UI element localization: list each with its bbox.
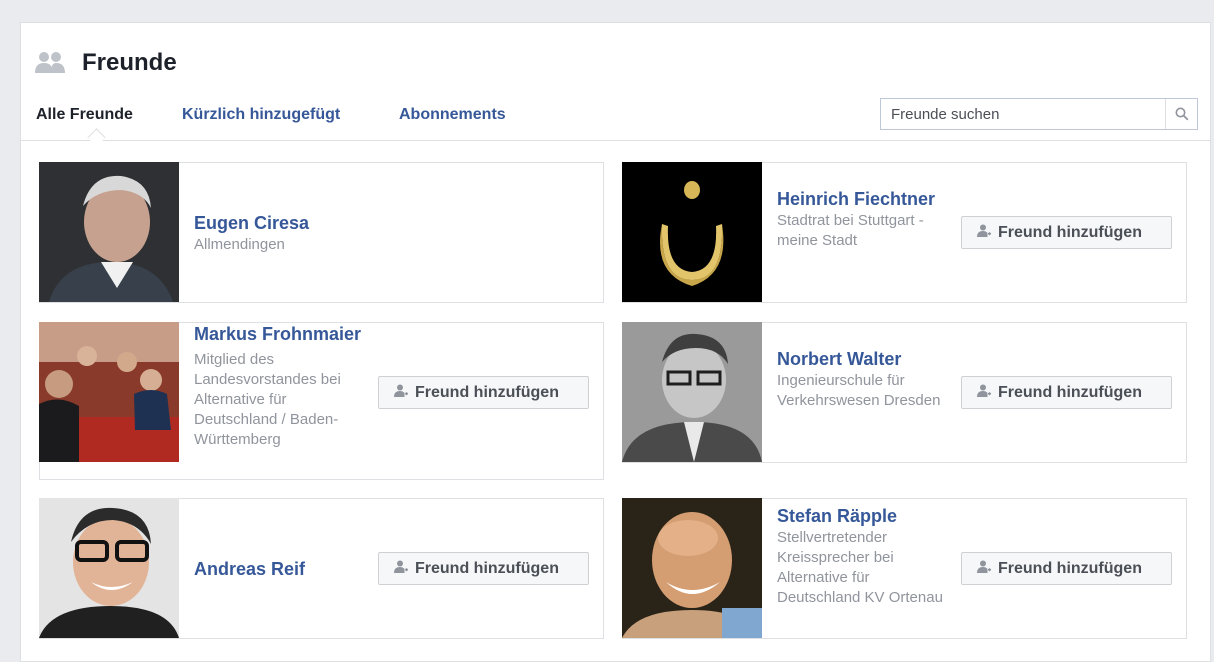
friend-card: Heinrich Fiechtner Stadtrat bei Stuttgar…	[622, 162, 1187, 303]
avatar[interactable]	[39, 498, 179, 638]
tab-all-friends[interactable]: Alle Freunde	[36, 106, 133, 124]
friend-name[interactable]: Andreas Reif	[194, 558, 379, 580]
page-title: Freunde	[82, 49, 177, 76]
friend-detail: Mitglied des Landesvorstandes bei Altern…	[194, 351, 341, 448]
avatar[interactable]	[622, 498, 762, 638]
add-friend-icon	[977, 224, 991, 237]
friends-header: Freunde Alle Freunde Kürzlich hinzugefüg…	[21, 23, 1210, 141]
tab-recently-added[interactable]: Kürzlich hinzugefügt	[182, 106, 340, 124]
search-icon	[1175, 107, 1189, 121]
friend-detail: Stadtrat bei Stuttgart - meine Stadt	[777, 212, 924, 249]
friend-card: Stefan Räpple Stellvertretender Kreisspr…	[622, 498, 1187, 639]
friend-detail: Allmendingen	[194, 236, 285, 253]
add-friend-icon	[394, 384, 408, 397]
avatar[interactable]	[622, 162, 762, 302]
friend-info: Stefan Räpple Stellvertretender Kreisspr…	[777, 505, 947, 608]
friend-card: Andreas Reif Freund hinzufügen	[39, 498, 604, 639]
friend-info: Norbert Walter Ingenieurschule für Verke…	[777, 348, 947, 411]
friend-info: Markus Frohnmaier Mitglied des Landesvor…	[194, 323, 374, 450]
friend-name[interactable]: Markus Frohnmaier	[194, 323, 374, 345]
avatar[interactable]	[39, 322, 179, 462]
search-box	[880, 98, 1198, 130]
friend-detail: Stellvertretender Kreissprecher bei Alte…	[777, 529, 943, 606]
tab-following[interactable]: Abonnements	[399, 106, 506, 124]
avatar[interactable]	[622, 322, 762, 462]
friend-name[interactable]: Norbert Walter	[777, 348, 947, 370]
friend-card: Norbert Walter Ingenieurschule für Verke…	[622, 322, 1187, 463]
friends-icon	[35, 52, 65, 73]
friend-info: Eugen Ciresa Allmendingen	[194, 212, 379, 255]
friend-name[interactable]: Eugen Ciresa	[194, 212, 379, 234]
friend-info: Andreas Reif	[194, 558, 379, 580]
avatar[interactable]	[39, 162, 179, 302]
friend-card: Eugen Ciresa Allmendingen	[39, 162, 604, 303]
add-friend-icon	[394, 560, 408, 573]
friend-name[interactable]: Heinrich Fiechtner	[777, 188, 947, 210]
friend-card: Markus Frohnmaier Mitglied des Landesvor…	[39, 322, 604, 480]
add-friend-icon	[977, 384, 991, 397]
friend-name[interactable]: Stefan Räpple	[777, 505, 947, 527]
add-friend-button[interactable]: Freund hinzufügen	[961, 376, 1172, 409]
friends-panel: Freunde Alle Freunde Kürzlich hinzugefüg…	[20, 22, 1211, 662]
friend-detail: Ingenieurschule für Verkehrswesen Dresde…	[777, 372, 941, 409]
add-friend-button[interactable]: Freund hinzufügen	[378, 376, 589, 409]
add-friend-button[interactable]: Freund hinzufügen	[961, 216, 1172, 249]
search-input[interactable]	[881, 99, 1164, 129]
add-friend-button[interactable]: Freund hinzufügen	[378, 552, 589, 585]
add-friend-button[interactable]: Freund hinzufügen	[961, 552, 1172, 585]
add-friend-icon	[977, 560, 991, 573]
search-button[interactable]	[1165, 99, 1197, 129]
friend-info: Heinrich Fiechtner Stadtrat bei Stuttgar…	[777, 188, 947, 251]
